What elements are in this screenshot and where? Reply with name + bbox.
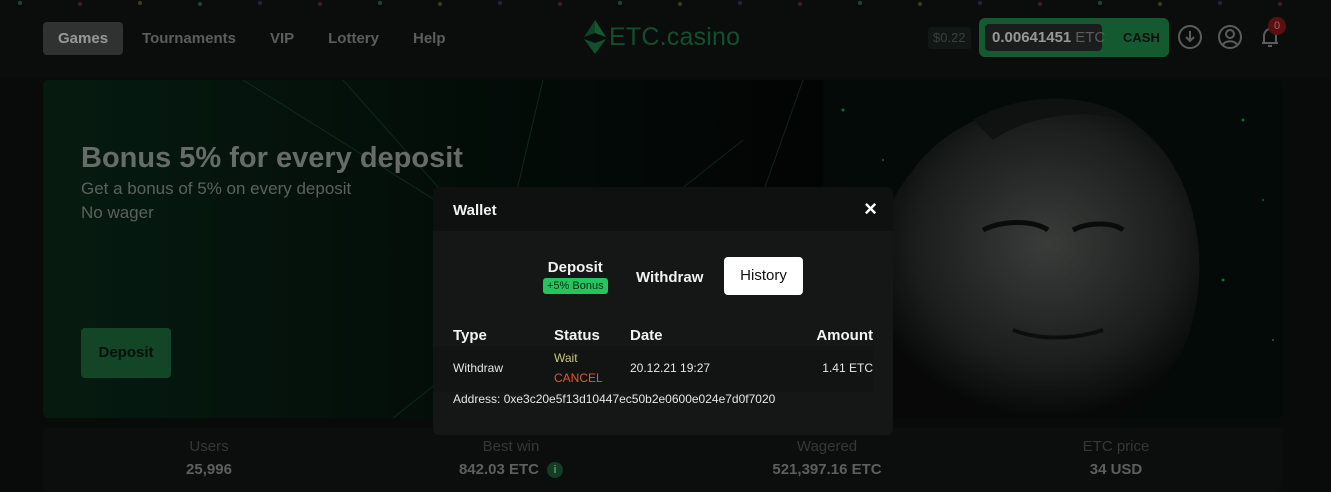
row-amount: 1.41 ETC (822, 361, 873, 375)
row-type: Withdraw (453, 361, 504, 375)
wallet-title: Wallet (453, 202, 497, 219)
column-header-amount: Amount (816, 327, 873, 344)
row-date: 20.12.21 19:27 (630, 361, 711, 375)
tab-deposit[interactable]: Deposit +5% Bonus (543, 259, 608, 294)
table-row: Withdraw Wait CANCEL 20.12.21 19:27 1.41… (433, 346, 873, 392)
tab-deposit-label: Deposit (547, 259, 603, 276)
tab-withdraw[interactable]: Withdraw (636, 269, 703, 286)
column-header-date: Date (630, 327, 663, 344)
row-status: Wait (554, 351, 578, 365)
cancel-button[interactable]: CANCEL (554, 371, 603, 385)
bonus-badge: +5% Bonus (543, 278, 608, 294)
row-address: Address: 0xe3c20e5f13d10447ec50b2e0600e0… (453, 392, 776, 406)
wallet-modal: Wallet × Deposit +5% Bonus Withdraw Hist… (433, 187, 893, 435)
column-header-type: Type (453, 327, 487, 344)
close-icon[interactable]: × (864, 198, 877, 220)
column-header-status: Status (554, 327, 600, 344)
wallet-modal-header: Wallet × (433, 187, 893, 231)
wallet-tabs: Deposit +5% Bonus Withdraw History (433, 257, 893, 297)
tab-history[interactable]: History (724, 257, 803, 295)
